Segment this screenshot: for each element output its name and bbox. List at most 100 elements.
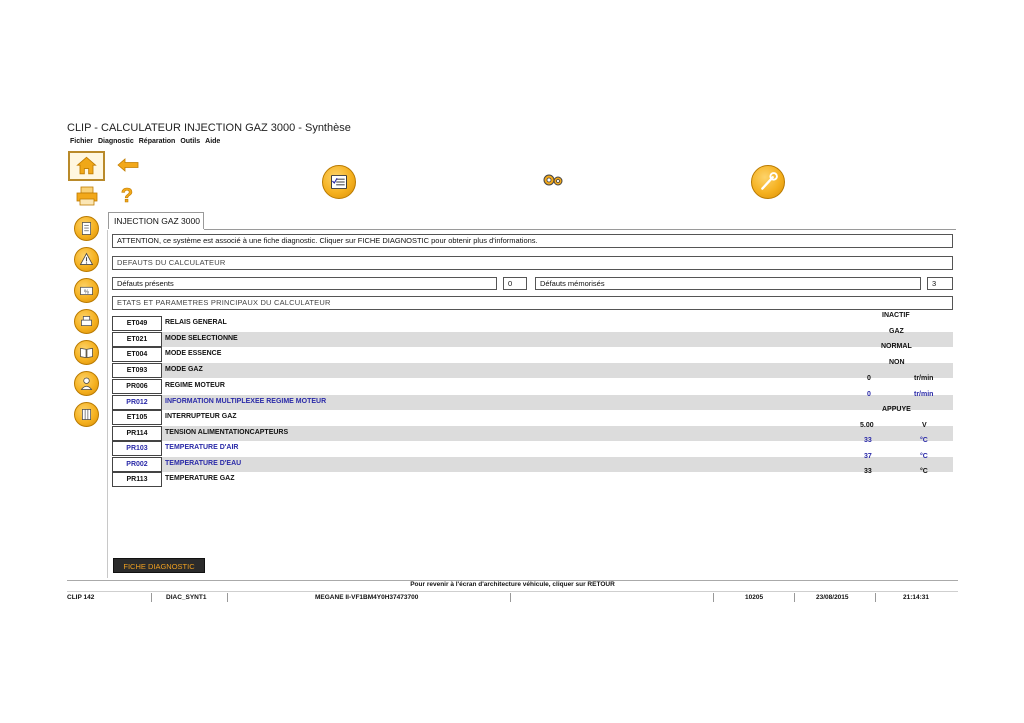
table-row[interactable]: PR114 TENSION ALIMENTATIONCAPTEURS 5.00 …: [112, 422, 953, 441]
row-value: NORMAL: [881, 343, 912, 350]
status-separator: [875, 593, 876, 602]
status-screen: DIAC_SYNT1: [166, 594, 207, 601]
sidebar-book-button[interactable]: [74, 340, 99, 365]
row-value: GAZ: [889, 328, 904, 335]
book-icon: [80, 347, 93, 358]
row-label: INFORMATION MULTIPLEXEE REGIME MOTEUR: [165, 398, 327, 405]
defaults-memorized-count: 3: [927, 277, 953, 290]
row-value: 5.00: [860, 422, 874, 429]
svg-text:%: %: [84, 289, 89, 295]
tab-injection-gaz[interactable]: INJECTION GAZ 3000: [108, 212, 204, 229]
status-separator: [227, 593, 228, 602]
gearbox-icon[interactable]: [541, 172, 565, 188]
status-separator: [794, 593, 795, 602]
row-label: TEMPERATURE D'EAU: [165, 460, 242, 467]
sidebar-warning-button[interactable]: [74, 247, 99, 272]
row-value: NON: [889, 359, 905, 366]
row-value: 0: [867, 375, 871, 382]
status-date: 23/08/2015: [816, 594, 849, 601]
checklist-icon: [331, 174, 347, 190]
printer-tool-icon: [81, 316, 92, 327]
menu-reparation[interactable]: Réparation: [139, 138, 176, 145]
params-section-title: ETATS ET PARAMETRES PRINCIPAUX DU CALCUL…: [112, 296, 953, 310]
warning-icon: [79, 252, 94, 265]
row-unit: V: [922, 422, 927, 429]
row-unit: tr/min: [914, 375, 934, 382]
menu-fichier[interactable]: Fichier: [70, 138, 93, 145]
row-label: REGIME MOTEUR: [165, 382, 225, 389]
table-row[interactable]: ET004 MODE ESSENCE NORMAL: [112, 343, 953, 362]
defaults-present-count: 0: [503, 277, 527, 290]
row-unit: °C: [920, 468, 928, 475]
sidebar-printer-tool-button[interactable]: [74, 309, 99, 334]
row-code: PR113: [112, 472, 162, 487]
row-code: ET049: [112, 316, 162, 331]
table-row[interactable]: ET105 INTERRUPTEUR GAZ APPUYE: [112, 406, 953, 425]
row-unit: °C: [920, 437, 928, 444]
tab-divider: [204, 229, 956, 230]
row-label: TEMPERATURE D'AIR: [165, 444, 239, 451]
defaults-memorized-label: Défauts mémorisés: [535, 277, 921, 290]
print-icon[interactable]: [76, 186, 98, 206]
help-icon[interactable]: ?: [118, 184, 136, 208]
row-code: ET093: [112, 363, 162, 378]
table-row[interactable]: ET049 RELAIS GENERAL INACTIF: [112, 312, 953, 331]
status-bar: CLIP 142 DIAC_SYNT1 MEGANE II-VF1BM4Y0H3…: [67, 591, 958, 603]
row-code: ET105: [112, 410, 162, 425]
row-value: INACTIF: [882, 312, 910, 319]
percent-icon: %: [80, 286, 93, 295]
wrench-button[interactable]: [751, 165, 785, 199]
table-row[interactable]: PR006 REGIME MOTEUR 0 tr/min: [112, 375, 953, 394]
defaults-present-label: Défauts présents: [112, 277, 497, 290]
sidebar-percent-button[interactable]: %: [74, 278, 99, 303]
row-value: APPUYE: [882, 406, 911, 413]
row-label: MODE GAZ: [165, 366, 203, 373]
sidebar-grid-button[interactable]: [74, 402, 99, 427]
window-title: CLIP - CALCULATEUR INJECTION GAZ 3000 - …: [67, 122, 351, 134]
mechanic-icon: [80, 377, 93, 390]
status-separator: [151, 593, 152, 602]
status-separator: [510, 593, 511, 602]
document-icon: [81, 222, 92, 235]
checklist-button[interactable]: [322, 165, 356, 199]
sidebar-mechanic-button[interactable]: [74, 371, 99, 396]
row-unit: °C: [920, 453, 928, 460]
row-code: PR002: [112, 457, 162, 472]
menu-bar: Fichier Diagnostic Réparation Outils Aid…: [70, 138, 220, 145]
status-time: 21:14:31: [903, 594, 930, 601]
menu-outils[interactable]: Outils: [180, 138, 200, 145]
row-value: 33: [864, 437, 872, 444]
table-row[interactable]: PR103 TEMPERATURE D'AIR 33 °C: [112, 437, 953, 456]
back-arrow-icon[interactable]: [117, 158, 139, 172]
row-label: MODE ESSENCE: [165, 350, 222, 357]
menu-diagnostic[interactable]: Diagnostic: [98, 138, 134, 145]
home-button[interactable]: [68, 151, 105, 181]
sidebar-document-button[interactable]: [74, 216, 99, 241]
row-value: 37: [864, 453, 872, 460]
row-unit: tr/min: [914, 391, 934, 398]
status-clip: CLIP 142: [67, 594, 95, 601]
row-code: PR103: [112, 441, 162, 456]
content-border: [107, 230, 108, 578]
row-code: ET021: [112, 332, 162, 347]
table-row[interactable]: PR002 TEMPERATURE D'EAU 37 °C: [112, 453, 953, 472]
row-value: 33: [864, 468, 872, 475]
defaults-section-title: DEFAUTS DU CALCULATEUR: [112, 256, 953, 270]
row-code: PR012: [112, 395, 162, 410]
wrench-icon: [761, 172, 778, 190]
row-label: TEMPERATURE GAZ: [165, 475, 235, 482]
row-value: 0: [867, 391, 871, 398]
status-message: Pour revenir à l'écran d'architecture vé…: [410, 581, 615, 588]
table-row[interactable]: ET021 MODE SELECTIONNE GAZ: [112, 328, 953, 347]
status-separator: [713, 593, 714, 602]
attention-message: ATTENTION, ce système est associé à une …: [112, 234, 953, 248]
fiche-diagnostic-button[interactable]: FICHE DIAGNOSTIC: [113, 558, 205, 573]
table-row[interactable]: ET093 MODE GAZ NON: [112, 359, 953, 378]
table-row[interactable]: PR012 INFORMATION MULTIPLEXEE REGIME MOT…: [112, 391, 953, 410]
status-code: 10205: [745, 594, 764, 601]
row-code: PR114: [112, 426, 162, 441]
row-label: MODE SELECTIONNE: [165, 335, 238, 342]
row-code: ET004: [112, 347, 162, 362]
table-row[interactable]: PR113 TEMPERATURE GAZ 33 °C: [112, 468, 953, 487]
menu-aide[interactable]: Aide: [205, 138, 220, 145]
